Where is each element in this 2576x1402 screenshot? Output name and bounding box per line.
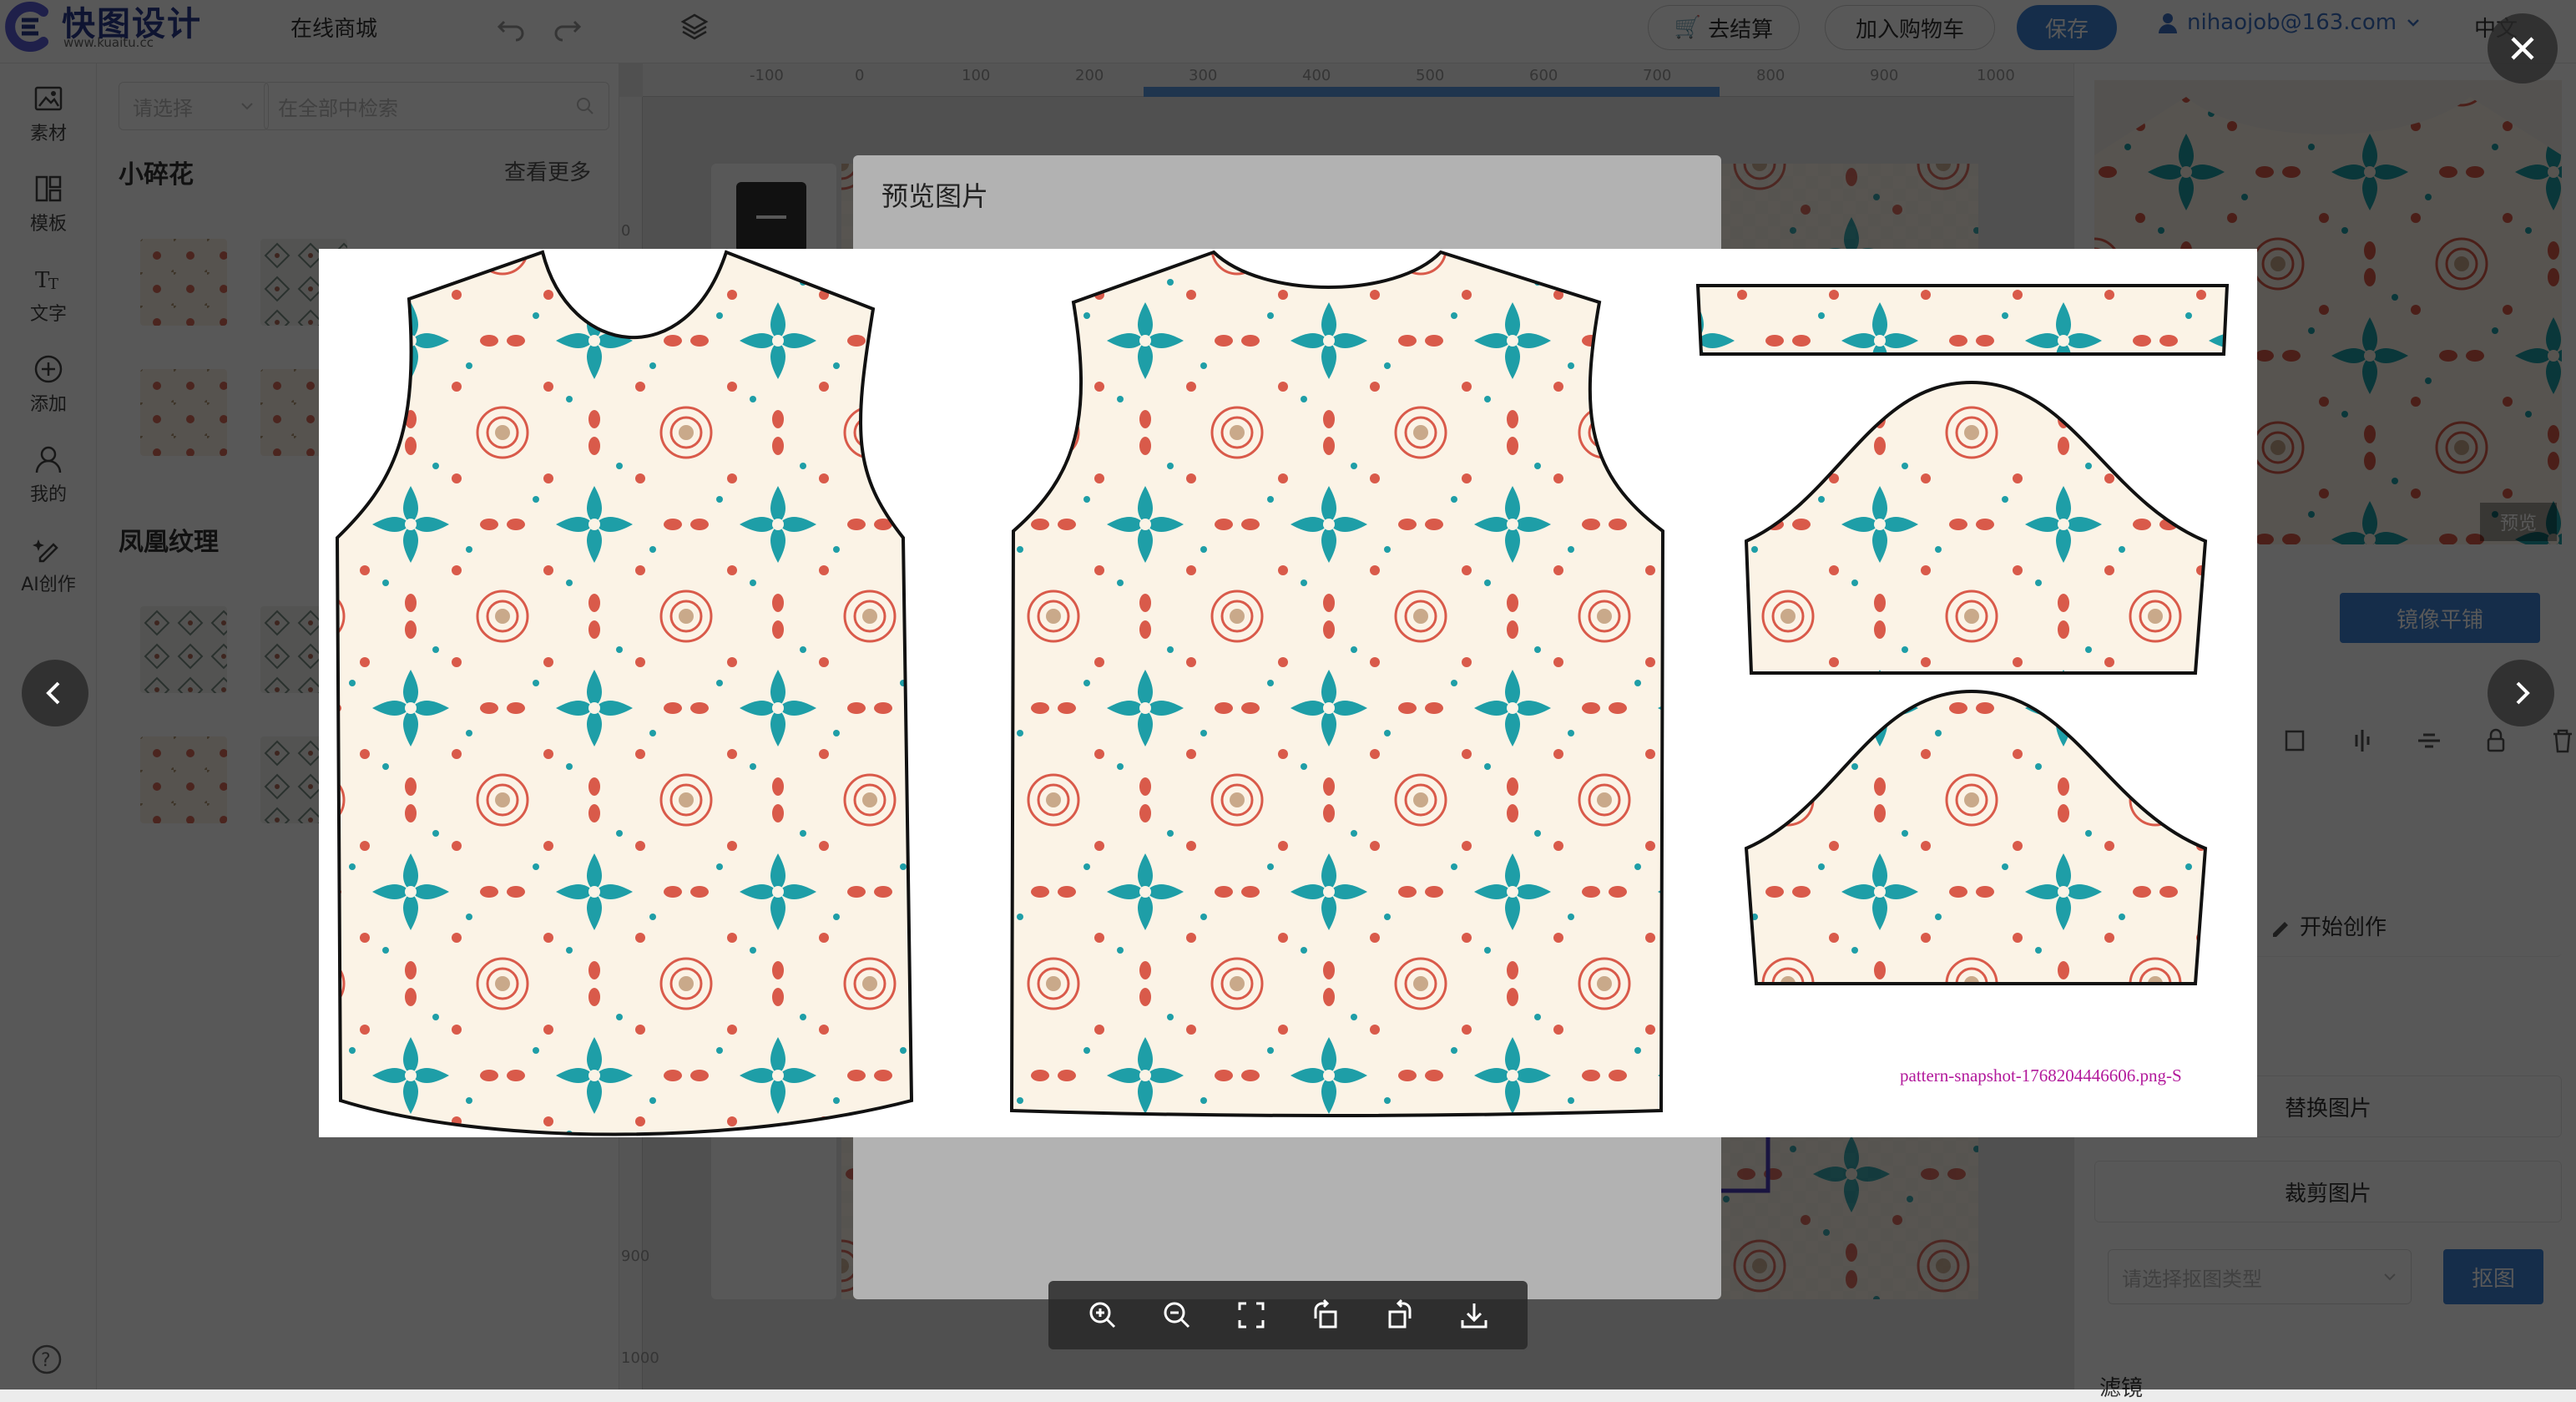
rotate-left-icon[interactable] xyxy=(1306,1295,1346,1335)
next-image-button[interactable] xyxy=(2488,660,2554,726)
close-viewer-button[interactable] xyxy=(2488,13,2558,84)
close-icon xyxy=(2511,37,2534,60)
download-icon[interactable] xyxy=(1454,1295,1494,1335)
zoom-out-icon[interactable] xyxy=(1157,1295,1197,1335)
rotate-right-icon[interactable] xyxy=(1380,1295,1420,1335)
fullscreen-icon[interactable] xyxy=(1231,1295,1271,1335)
chevron-left-icon xyxy=(46,681,60,705)
prev-image-button[interactable] xyxy=(22,660,88,726)
zoom-in-icon[interactable] xyxy=(1083,1295,1123,1335)
preview-image[interactable] xyxy=(319,249,2257,1137)
viewer-toolbar xyxy=(1048,1281,1528,1349)
chevron-right-icon xyxy=(2516,681,2530,705)
watermark-text: pattern-snapshot-1768204446606.png-S xyxy=(1900,1065,2182,1086)
